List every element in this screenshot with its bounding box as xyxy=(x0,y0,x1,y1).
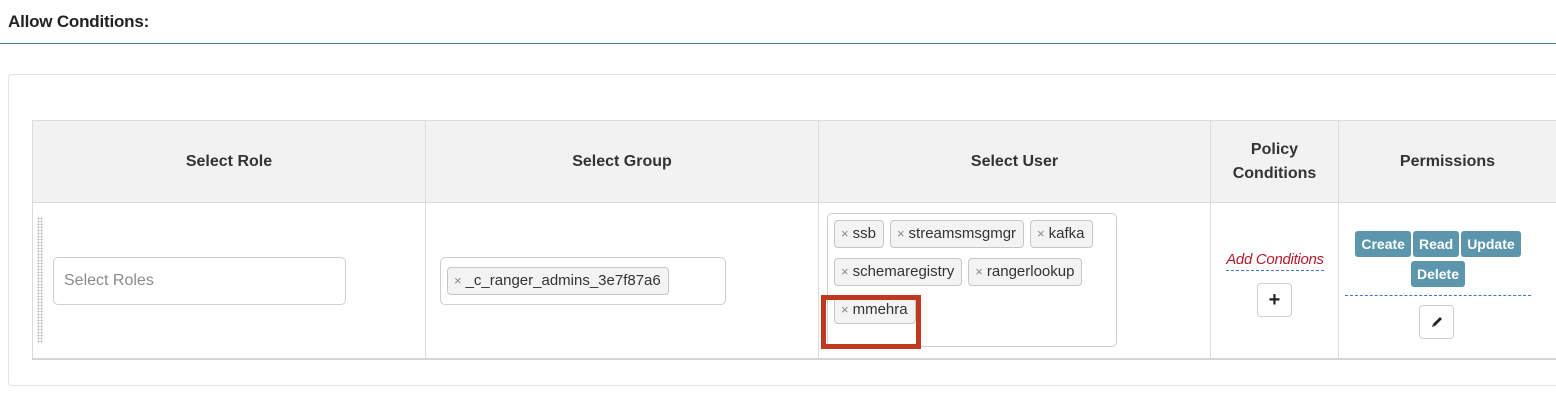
tag-chip: × streamsmsgmgr xyxy=(889,220,1025,248)
plus-icon: + xyxy=(1268,288,1281,311)
tag-chip: × ssb xyxy=(834,220,884,248)
policy-conditions-cell: Add Conditions + xyxy=(1210,202,1339,360)
header-select-user: Select User xyxy=(818,120,1211,203)
permission-delete-badge: Delete xyxy=(1410,261,1466,287)
add-condition-button[interactable]: + xyxy=(1257,283,1292,317)
tag-label: rangerlookup xyxy=(986,263,1075,280)
tag-chip: × kafka xyxy=(1030,220,1093,248)
edit-permissions-button[interactable] xyxy=(1419,305,1454,339)
remove-tag-icon[interactable]: × xyxy=(1037,226,1045,241)
tag-chip: × schemaregistry xyxy=(834,258,963,286)
permissions-cell: Create Read Update Delete xyxy=(1338,202,1556,360)
permissions-divider xyxy=(1345,295,1531,296)
title-divider xyxy=(0,43,1556,44)
header-permissions: Permissions xyxy=(1338,120,1556,203)
select-roles-input[interactable] xyxy=(53,257,346,305)
header-select-group: Select Group xyxy=(425,120,819,203)
user-cell: × ssb × streamsmsgmgr × kafka× schemaregistry ×… xyxy=(818,202,1211,360)
group-cell: × _c_ranger_admins_3e7f87a6 xyxy=(425,202,819,360)
remove-tag-icon[interactable]: × xyxy=(975,264,983,279)
tag-label: ssb xyxy=(852,225,876,242)
permission-create-badge: Create xyxy=(1355,231,1411,257)
tag-label: schemaregistry xyxy=(852,263,955,280)
tag-label: _c_ranger_admins_3e7f87a6 xyxy=(465,272,661,289)
remove-tag-icon[interactable]: × xyxy=(897,226,905,241)
tag-label: mmehra xyxy=(852,301,908,318)
select-groups-input[interactable]: × _c_ranger_admins_3e7f87a6 xyxy=(440,257,726,305)
permission-read-badge: Read xyxy=(1412,231,1460,257)
permission-update-badge: Update xyxy=(1461,231,1521,257)
tag-label: streamsmsgmgr xyxy=(908,225,1017,242)
header-policy-conditions: Policy Conditions xyxy=(1210,120,1339,203)
select-users-input[interactable]: × ssb × streamsmsgmgr × kafka× schemaregistry ×… xyxy=(827,213,1117,347)
user-tag-highlighted: × mmehra xyxy=(834,296,916,324)
role-cell xyxy=(32,202,426,360)
allow-conditions-table: Select Role Select Group Select User Pol… xyxy=(32,120,1556,360)
section-title: Allow Conditions: xyxy=(8,12,150,31)
table-row: ×_c_ranger_admins_3e7f87a6 ×ssb×streamsm… xyxy=(32,202,1556,360)
tag-chip: × rangerlookup xyxy=(968,258,1083,286)
header-select-role: Select Role xyxy=(32,120,426,203)
pencil-icon xyxy=(1431,317,1442,327)
add-conditions-link[interactable]: Add Conditions xyxy=(1226,251,1324,271)
remove-tag-icon[interactable]: × xyxy=(841,264,849,279)
remove-tag-icon[interactable]: × xyxy=(841,226,849,241)
remove-tag-icon[interactable]: × xyxy=(454,273,462,288)
drag-handle[interactable] xyxy=(37,217,43,343)
permissions-list[interactable]: Create Read Update Delete xyxy=(1339,231,1537,291)
tag-label: kafka xyxy=(1048,225,1085,242)
tag-chip: × _c_ranger_admins_3e7f87a6 xyxy=(447,267,669,295)
remove-tag-icon[interactable]: × xyxy=(841,302,849,317)
